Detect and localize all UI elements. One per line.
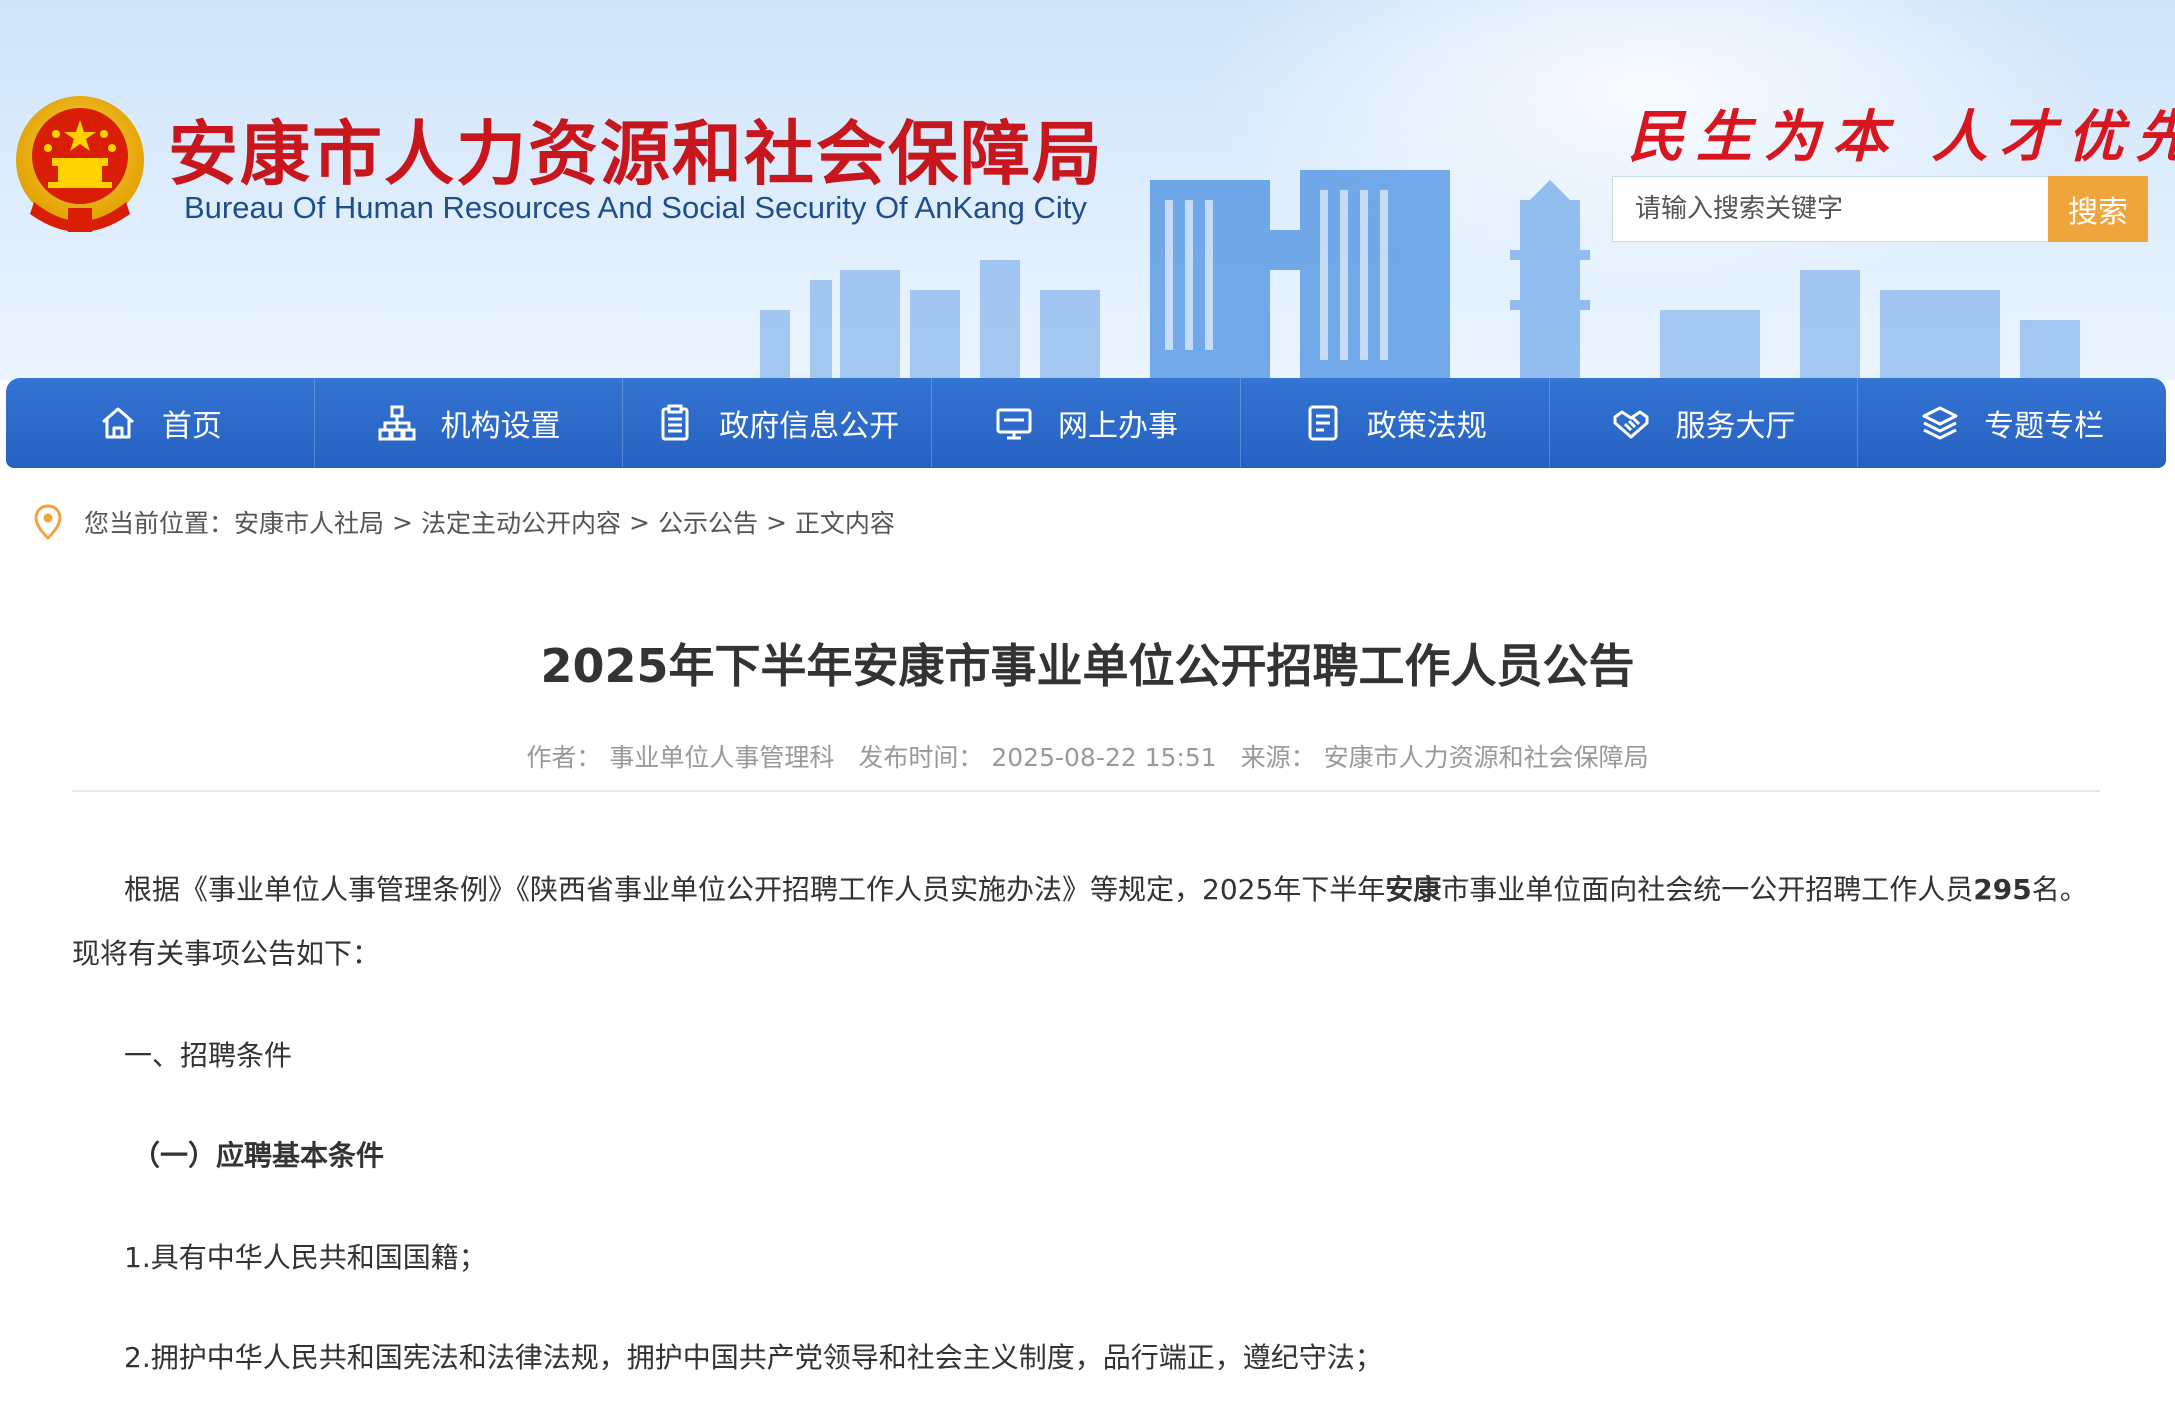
intro-text: 市事业单位面向社会统一公开招聘工作人员	[1441, 873, 1974, 906]
nav-item-policies[interactable]: 政策法规	[1241, 378, 1550, 468]
breadcrumb-separator: >	[765, 507, 787, 537]
breadcrumb-item-announcements[interactable]: 公示公告	[658, 504, 758, 540]
meta-author: 作者： 事业单位人事管理科	[522, 743, 838, 772]
nav-item-label: 机构设置	[440, 409, 561, 444]
nav-item-organization[interactable]: 机构设置	[315, 378, 624, 468]
nav-item-label: 首页	[161, 409, 222, 444]
search-button[interactable]: 搜索	[2048, 176, 2148, 242]
section-heading: 一、招聘条件	[124, 1039, 293, 1072]
location-pin-icon	[34, 504, 62, 540]
clipboard-icon	[661, 404, 689, 441]
nav-item-home[interactable]: 首页	[6, 378, 315, 468]
article-meta: 作者： 事业单位人事管理科 发布时间： 2025-08-22 15:51 来源： 安康…	[0, 738, 2175, 774]
condition-item: 2.拥护中华人民共和国宪法和法律法规，拥护中国共产党领导和社会主义制度，品行端正…	[124, 1341, 1383, 1374]
intro-bold-city: 安康	[1385, 873, 1442, 906]
intro-text: 根据《事业单位人事管理条例》《陕西省事业单位公开招聘工作人员实施办法》等规定，2…	[124, 873, 1386, 906]
site-header: 安康市人力资源和社会保障局 Bureau Of Human Resources …	[0, 0, 2175, 380]
breadcrumb-prefix: 您当前位置：	[84, 509, 235, 538]
meta-source-label: 来源：	[1240, 743, 1316, 772]
meta-date-value: 2025-08-22 15:51	[991, 743, 1217, 772]
meta-date: 发布时间： 2025-08-22 15:51	[854, 743, 1220, 772]
breadcrumb-item-public-content[interactable]: 法定主动公开内容	[421, 504, 621, 540]
home-icon	[101, 407, 134, 439]
condition-item: 1.具有中华人民共和国国籍；	[124, 1241, 487, 1274]
breadcrumb-item-current: 正文内容	[794, 509, 895, 538]
breadcrumb-separator: >	[392, 507, 413, 537]
monitor-icon	[996, 408, 1032, 440]
breadcrumb-item-home[interactable]: 安康市人社局	[234, 504, 384, 540]
article-divider	[72, 790, 2100, 792]
nav-item-label: 服务大厅	[1675, 409, 1796, 444]
layers-icon	[1922, 406, 1958, 440]
breadcrumb-separator: >	[629, 507, 650, 537]
main-nav: 首页 机构设置 政府信息公开 网上办事 政策法规 服务大厅 专题专栏	[6, 378, 2166, 468]
article-intro-paragraph: 根据《事业单位人事管理条例》《陕西省事业单位公开招聘工作人员实施办法》等规定，2…	[72, 858, 2102, 986]
nav-item-label: 网上办事	[1058, 409, 1179, 444]
article-title: 2025年下半年安康市事业单位公开招聘工作人员公告	[540, 639, 1635, 693]
meta-author-value: 事业单位人事管理科	[609, 743, 835, 772]
org-chart-icon	[378, 405, 416, 441]
meta-author-label: 作者：	[526, 743, 602, 772]
nav-item-online-services[interactable]: 网上办事	[932, 378, 1241, 468]
subsection-heading: （一）应聘基本条件	[132, 1139, 385, 1172]
search-box: 搜索	[1612, 176, 2148, 242]
handshake-icon	[1613, 410, 1649, 439]
nav-item-gov-info[interactable]: 政府信息公开	[623, 378, 933, 468]
search-input[interactable]	[1612, 176, 2048, 242]
document-icon	[1308, 405, 1338, 441]
meta-source: 来源： 安康市人力资源和社会保障局	[1237, 743, 1653, 772]
intro-bold-count: 295	[1973, 873, 2032, 906]
nav-item-label: 政府信息公开	[719, 409, 900, 444]
nav-item-label: 专题专栏	[1984, 409, 2105, 444]
national-emblem-icon	[16, 96, 144, 232]
nav-item-special-topics[interactable]: 专题专栏	[1858, 378, 2166, 468]
nav-item-label: 政策法规	[1366, 409, 1487, 444]
nav-item-service-hall[interactable]: 服务大厅	[1550, 378, 1859, 468]
meta-source-value: 安康市人力资源和社会保障局	[1323, 743, 1649, 772]
meta-date-label: 发布时间：	[858, 743, 984, 772]
breadcrumb: 您当前位置： 安康市人社局 > 法定主动公开内容 > 公示公告 > 正文内容	[34, 500, 895, 544]
